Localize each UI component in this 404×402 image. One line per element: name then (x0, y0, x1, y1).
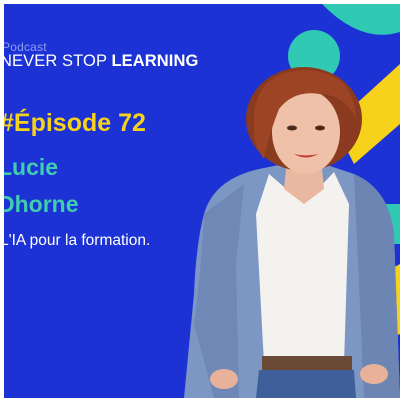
guest-last-name: Dhorne (4, 191, 79, 217)
show-title-regular: NEVER STOP (4, 52, 112, 70)
teal-semicircle-shape (322, 4, 400, 35)
left-hand-shape (210, 369, 238, 389)
right-eye-shape (315, 125, 325, 131)
show-title: NEVER STOP LEARNING (4, 52, 198, 71)
right-hand-shape (360, 364, 388, 384)
guest-first-name: Lucie (4, 154, 59, 180)
belt-shape (262, 356, 352, 370)
episode-cover: Podcast NEVER STOP LEARNING #Épisode 72 … (4, 4, 400, 398)
guest-photo (184, 67, 400, 398)
left-eye-shape (287, 125, 297, 131)
jeans-shape (256, 370, 356, 398)
episode-topic: L'IA pour la formation. (4, 232, 151, 249)
episode-number: #Épisode 72 (4, 109, 146, 137)
